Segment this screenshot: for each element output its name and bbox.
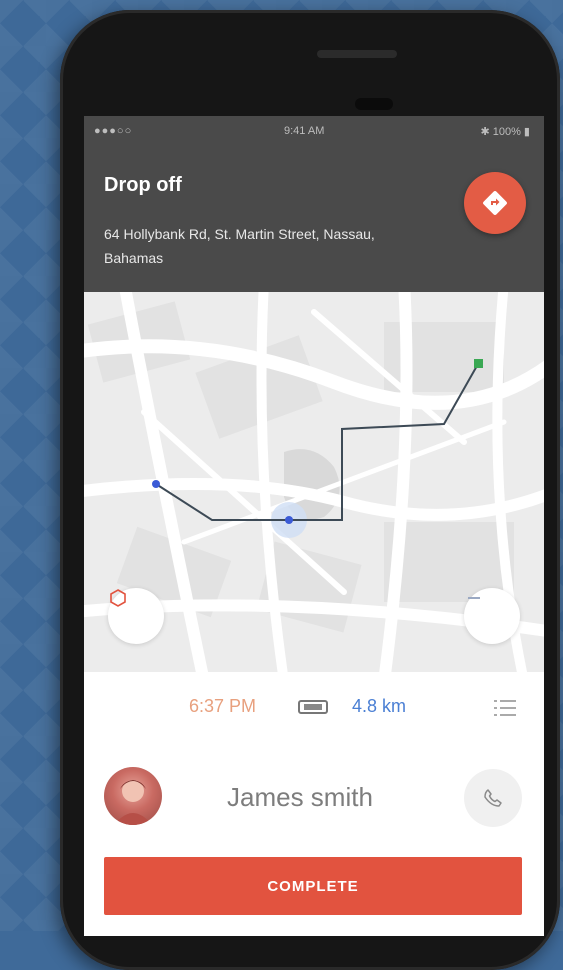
- dropoff-address: 64 Hollybank Rd, St. Martin Street, Nass…: [104, 226, 375, 266]
- avatar: [104, 767, 162, 825]
- trip-info-row: 6:37 PM 4.8 km: [84, 672, 544, 743]
- recenter-button[interactable]: [108, 588, 164, 644]
- status-bar: ●●●○○ 9:41 AM ✱ 100% ▮: [84, 116, 544, 146]
- dropoff-header: Drop off 64 Hollybank Rd, St. Martin Str…: [84, 146, 544, 292]
- carrier-signal: ●●●○○: [94, 125, 133, 137]
- locate-icon: [110, 589, 126, 607]
- status-time: 9:41 AM: [284, 125, 325, 137]
- phone-speaker: [317, 50, 397, 58]
- eta-time: 6:37 PM: [189, 696, 257, 716]
- driver-name: James smith: [227, 782, 373, 812]
- route-map[interactable]: [84, 292, 544, 672]
- phone-earpiece: [355, 98, 393, 110]
- navigate-button[interactable]: [464, 172, 526, 234]
- directions-icon: [483, 191, 507, 215]
- list-icon[interactable]: [494, 699, 516, 722]
- driver-row: James smith: [84, 742, 544, 852]
- trip-distance: 4.8 km: [352, 696, 407, 716]
- app-screen: ●●●○○ 9:41 AM ✱ 100% ▮ Drop off 64 Holly…: [84, 116, 544, 936]
- zoom-out-button[interactable]: [464, 588, 520, 644]
- call-driver-button[interactable]: [464, 769, 522, 827]
- battery-status: ✱ 100% ▮: [480, 126, 530, 138]
- page-title: Drop off: [104, 174, 182, 196]
- phone-icon: [484, 789, 502, 807]
- minus-icon: [468, 597, 480, 599]
- car-icon: [298, 698, 328, 721]
- complete-button[interactable]: COMPLETE: [104, 857, 522, 915]
